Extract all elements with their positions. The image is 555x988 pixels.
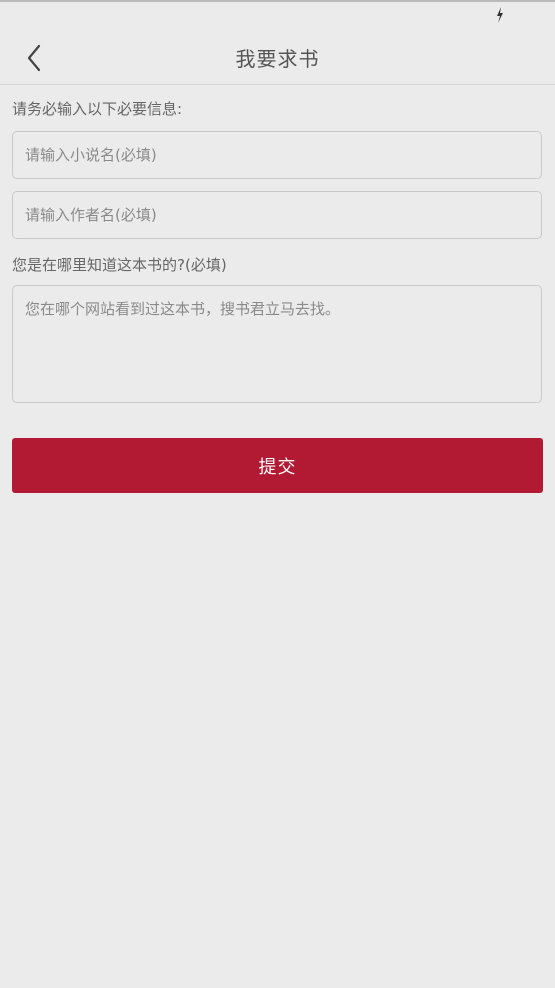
status-bar-divider: [0, 0, 555, 2]
author-name-input[interactable]: [12, 191, 542, 239]
status-bar: [0, 0, 555, 30]
intro-label: 请务必输入以下必要信息:: [12, 100, 183, 118]
nav-bar: 我要求书: [0, 30, 555, 85]
source-textarea[interactable]: [12, 285, 542, 403]
submit-button[interactable]: 提交: [12, 438, 543, 493]
novel-name-input[interactable]: [12, 131, 542, 179]
source-label: 您是在哪里知道这本书的?(必填): [12, 256, 227, 274]
page-title: 我要求书: [235, 47, 320, 71]
lightning-icon: [497, 7, 503, 23]
